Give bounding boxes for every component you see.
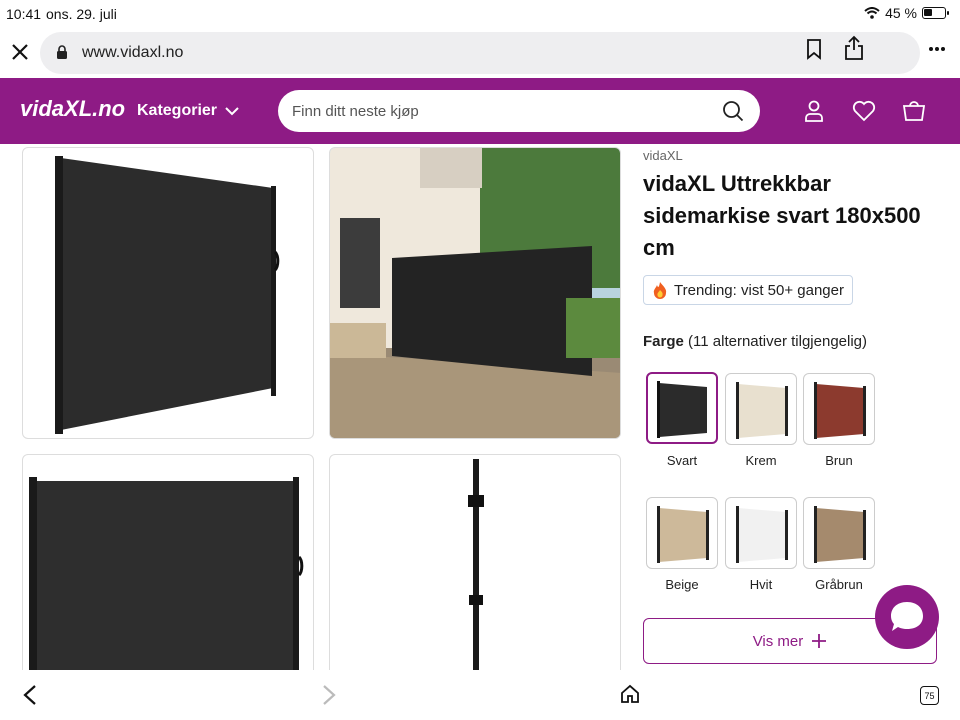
- color-swatch-label: Beige: [665, 577, 699, 592]
- chevron-down-icon: [225, 106, 239, 115]
- chat-bubble-icon: [891, 602, 923, 631]
- tabs-button[interactable]: 75: [920, 686, 939, 705]
- categories-label: Kategorier: [137, 102, 218, 119]
- more-icon[interactable]: [928, 46, 946, 52]
- color-swatch-beige[interactable]: [646, 497, 718, 569]
- color-swatch-svart[interactable]: [646, 372, 718, 444]
- share-icon[interactable]: [843, 35, 865, 61]
- browser-toolbar: www.vidaxl.no: [0, 28, 960, 78]
- color-label: Farge: [643, 333, 684, 350]
- forward-icon[interactable]: [321, 684, 337, 706]
- trending-badge: Trending: vist 50+ ganger: [643, 275, 853, 305]
- search-icon[interactable]: [722, 100, 744, 122]
- color-swatch-label: Svart: [666, 453, 698, 468]
- account-icon[interactable]: [804, 100, 824, 122]
- back-icon[interactable]: [22, 684, 38, 706]
- status-right: 45 %: [864, 5, 949, 21]
- fire-icon: [653, 282, 667, 299]
- color-swatch-label: Hvit: [749, 577, 773, 592]
- browser-bottom-bar: 75: [0, 670, 960, 720]
- battery-icon: [922, 7, 949, 19]
- categories-menu[interactable]: Kategorier: [137, 102, 239, 120]
- plus-icon: [812, 634, 827, 648]
- site-logo[interactable]: vidaXL.no: [20, 96, 125, 122]
- home-icon[interactable]: [620, 684, 640, 704]
- color-swatch-label: Gråbrun: [815, 577, 863, 592]
- status-time: 10:41: [6, 6, 42, 22]
- cart-icon[interactable]: [902, 100, 926, 122]
- product-brand[interactable]: vidaXL: [643, 148, 683, 163]
- close-icon[interactable]: [8, 40, 32, 64]
- product-image-side[interactable]: [22, 454, 314, 694]
- color-swatch-hvit[interactable]: [725, 497, 797, 569]
- color-count: (11 alternativer tilgjengelig): [688, 333, 868, 350]
- product-image-front[interactable]: [22, 147, 314, 439]
- site-header: vidaXL.no Kategorier: [0, 78, 960, 144]
- address-bar[interactable]: www.vidaxl.no: [40, 32, 920, 74]
- color-swatch-grabrun[interactable]: [803, 497, 875, 569]
- wifi-icon: [864, 7, 880, 19]
- color-swatch-krem[interactable]: [725, 373, 797, 445]
- color-heading: Farge (11 alternativer tilgjengelig): [643, 333, 867, 350]
- product-title: vidaXL Uttrekkbar sidemarkise svart 180x…: [643, 171, 921, 260]
- search-box: [278, 90, 760, 132]
- color-swatch-label: Brun: [825, 453, 853, 468]
- chat-button[interactable]: [875, 585, 939, 649]
- color-swatch-label: Krem: [745, 453, 777, 468]
- status-date: ons. 29. juli: [46, 6, 117, 22]
- heart-icon[interactable]: [852, 100, 876, 122]
- show-more-label: Vis mer: [752, 632, 804, 650]
- search-input[interactable]: [292, 100, 712, 122]
- product-image-lifestyle[interactable]: [329, 147, 621, 439]
- battery-percent: 45 %: [885, 5, 917, 21]
- tab-count: 75: [924, 690, 935, 701]
- trending-text: Trending: vist 50+ ganger: [674, 281, 844, 299]
- lock-icon: [57, 45, 67, 59]
- color-swatch-brun[interactable]: [803, 373, 875, 445]
- product-image-pole[interactable]: [329, 454, 621, 694]
- url-text: www.vidaxl.no: [82, 44, 184, 61]
- bookmark-icon[interactable]: [805, 38, 823, 60]
- status-bar: 10:41 ons. 29. juli 45 %: [0, 0, 960, 28]
